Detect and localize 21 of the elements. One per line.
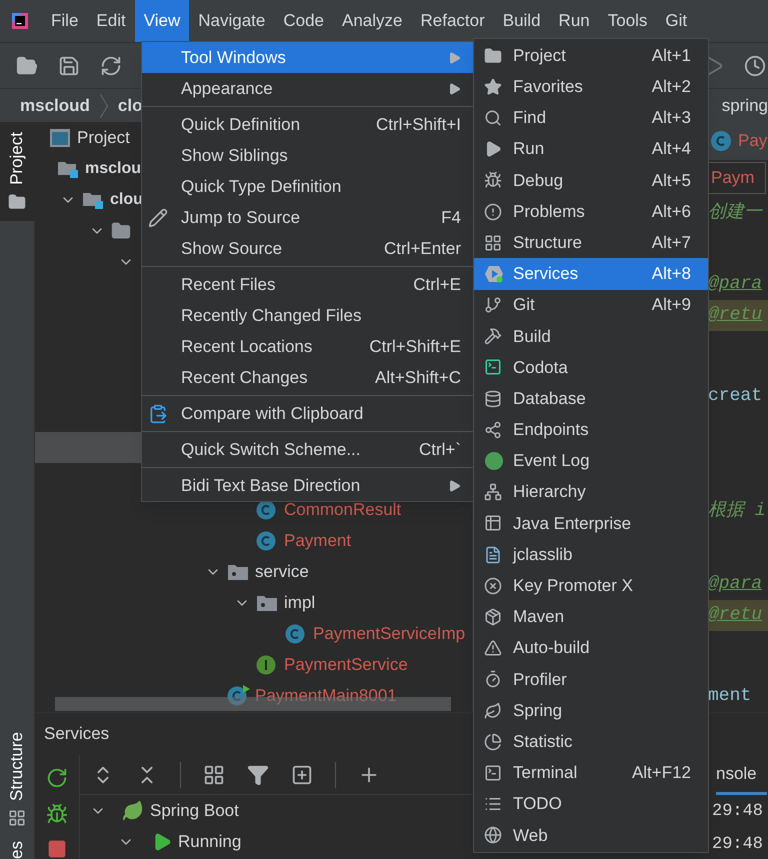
code-text: creat (708, 385, 762, 408)
code-text: ment (708, 685, 752, 708)
code-text: @para (708, 573, 762, 596)
code-text: 创建一 (708, 201, 762, 225)
code-text: @retu (708, 604, 762, 627)
tree-item-label: PaymentMain8001 (255, 684, 397, 707)
console-line: 29:48 (712, 800, 764, 823)
tree-item-label: impl (284, 592, 316, 614)
popup-text: Paym (711, 167, 754, 190)
code-text: 根据 i (708, 499, 766, 523)
tree-item-label: service (255, 560, 309, 583)
panel-title: Project (77, 126, 130, 149)
tree-item-label: PaymentServiceImp (313, 622, 466, 645)
tree-item-label: msclou (85, 158, 142, 178)
tree-item-label: CommonResult (284, 498, 402, 521)
code-text: @para (708, 273, 762, 296)
tree-item-label: Payment (284, 530, 352, 552)
console-line: 29:48 (712, 834, 764, 856)
code-text: @retu (708, 304, 762, 327)
panel-title: Services (44, 723, 110, 746)
tree-item-label: PaymentService (284, 654, 408, 676)
